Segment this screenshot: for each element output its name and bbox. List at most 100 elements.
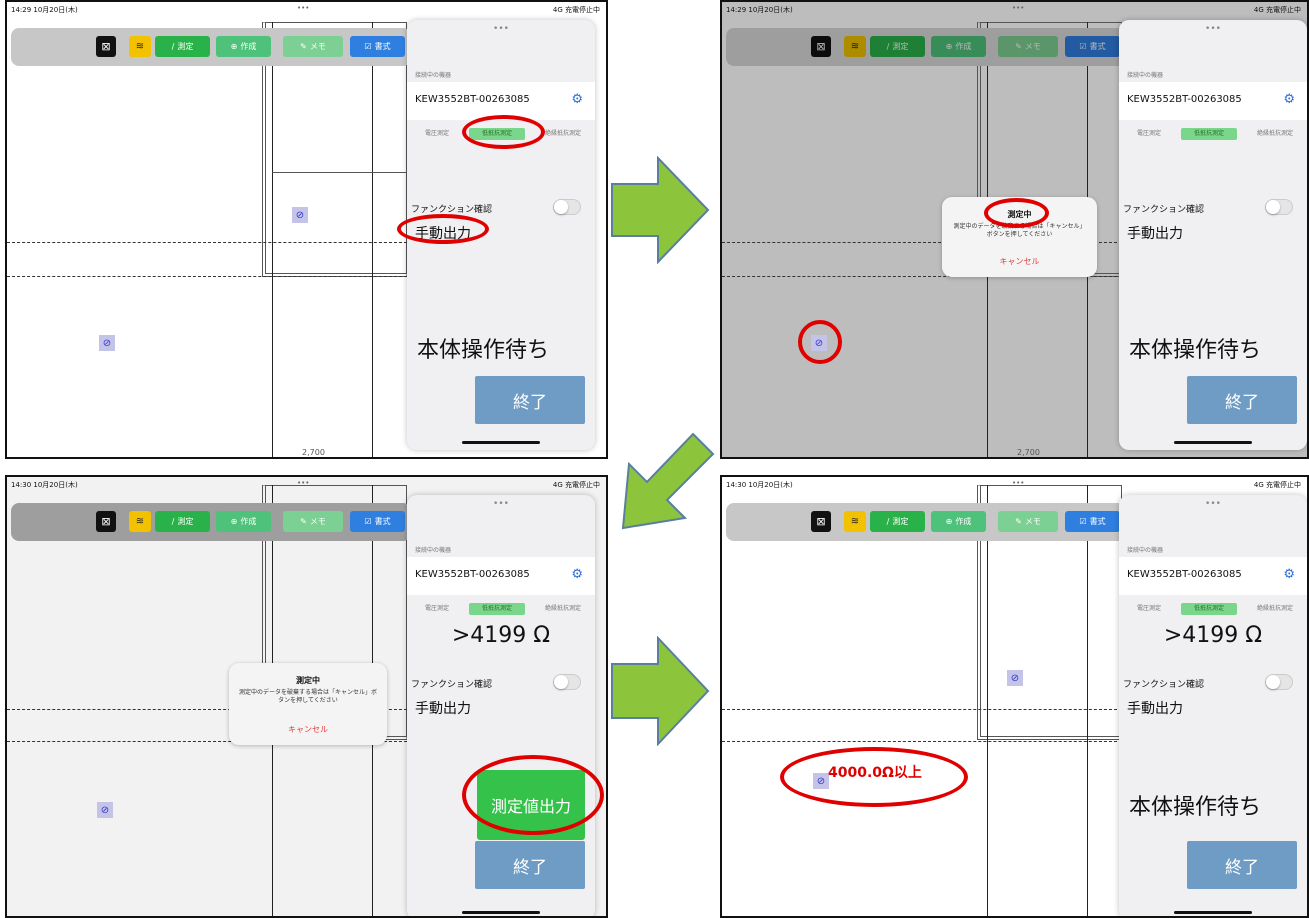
step-2-screenshot: 2,700 ⊘ 14:29 10月20日(木) ••• 4G 充電停止中 ⊠ ≋… bbox=[720, 0, 1309, 459]
cancel-button[interactable]: キャンセル bbox=[229, 724, 387, 735]
tab-low-resistance[interactable]: 低抵抗測定 bbox=[469, 603, 525, 615]
function-check-label: ファンクション確認 bbox=[1123, 205, 1205, 215]
wifi-button[interactable]: ≋ bbox=[129, 511, 151, 532]
create-button[interactable]: ⊕ 作成 bbox=[216, 36, 271, 57]
grid-line bbox=[722, 709, 1122, 710]
memo-label: メモ bbox=[309, 42, 326, 51]
manual-output-label[interactable]: 手動出力 bbox=[415, 698, 471, 718]
measure-button[interactable]: ∕ 測定 bbox=[870, 36, 925, 57]
create-button[interactable]: ⊕ 作成 bbox=[931, 511, 986, 532]
tab-voltage[interactable]: 電圧測定 bbox=[1129, 128, 1169, 140]
format-button[interactable]: ☑ 書式 bbox=[1065, 511, 1120, 532]
more-icon: ••• bbox=[297, 479, 310, 487]
create-icon: ⊕ bbox=[230, 517, 238, 526]
sheet-handle[interactable]: ••• bbox=[1119, 24, 1307, 34]
tab-low-resistance[interactable]: 低抵抗測定 bbox=[1181, 603, 1237, 615]
measure-point-marker[interactable]: ⊘ bbox=[1007, 670, 1023, 686]
wifi-button[interactable]: ≋ bbox=[844, 36, 866, 57]
device-row[interactable]: KEW3552BT-00263085 ⚙ bbox=[1119, 82, 1307, 120]
end-button[interactable]: 終了 bbox=[1187, 841, 1297, 889]
tab-voltage[interactable]: 電圧測定 bbox=[417, 603, 457, 615]
function-check-toggle[interactable] bbox=[1265, 199, 1293, 215]
measure-sheet: ••• 接続中の機器 KEW3552BT-00263085 ⚙ 電圧測定 低抵抗… bbox=[1119, 20, 1307, 450]
sheet-handle[interactable]: ••• bbox=[1119, 499, 1307, 509]
close-button[interactable]: ⊠ bbox=[96, 511, 116, 532]
memo-button[interactable]: ✎ メモ bbox=[283, 511, 343, 532]
tab-insulation[interactable]: 絶縁抵抗測定 bbox=[1247, 128, 1303, 140]
settings-icon[interactable]: ⚙ bbox=[1283, 92, 1295, 107]
memo-button[interactable]: ✎ メモ bbox=[998, 36, 1058, 57]
highlight-circle bbox=[798, 320, 842, 364]
home-indicator bbox=[462, 911, 540, 914]
doc-icon: ☑ bbox=[364, 42, 372, 51]
room-wall bbox=[272, 172, 407, 173]
memo-button[interactable]: ✎ メモ bbox=[283, 36, 343, 57]
measure-label: 測定 bbox=[177, 42, 194, 51]
grid-line bbox=[272, 22, 273, 457]
tab-low-resistance[interactable]: 低抵抗測定 bbox=[1181, 128, 1237, 140]
measure-label: 測定 bbox=[177, 517, 194, 526]
wifi-button[interactable]: ≋ bbox=[844, 511, 866, 532]
waiting-status: 本体操作待ち bbox=[1129, 795, 1262, 820]
pen-icon: ∕ bbox=[886, 517, 890, 526]
sheet-handle[interactable]: ••• bbox=[407, 24, 595, 34]
function-check-toggle[interactable] bbox=[553, 674, 581, 690]
waiting-status: 本体操作待ち bbox=[1129, 338, 1262, 363]
status-right: 4G 充電停止中 bbox=[1253, 481, 1301, 489]
settings-icon[interactable]: ⚙ bbox=[571, 567, 583, 582]
device-row[interactable]: KEW3552BT-00263085 ⚙ bbox=[1119, 557, 1307, 595]
tab-insulation[interactable]: 絶縁抵抗測定 bbox=[1247, 603, 1303, 615]
doc-icon: ☑ bbox=[1079, 517, 1087, 526]
tab-voltage[interactable]: 電圧測定 bbox=[1129, 603, 1169, 615]
tab-insulation[interactable]: 絶縁抵抗測定 bbox=[535, 603, 591, 615]
close-button[interactable]: ⊠ bbox=[96, 36, 116, 57]
highlight-circle bbox=[984, 198, 1049, 228]
settings-icon[interactable]: ⚙ bbox=[1283, 567, 1295, 582]
measure-point-marker[interactable]: ⊘ bbox=[97, 802, 113, 818]
measure-button[interactable]: ∕ 測定 bbox=[155, 36, 210, 57]
edit-icon: ✎ bbox=[1015, 517, 1022, 526]
function-check-toggle[interactable] bbox=[1265, 674, 1293, 690]
cancel-button[interactable]: キャンセル bbox=[942, 256, 1097, 267]
measure-button[interactable]: ∕ 測定 bbox=[155, 511, 210, 532]
function-check-row: ファンクション確認 bbox=[1123, 199, 1307, 215]
device-name: KEW3552BT-00263085 bbox=[415, 569, 530, 580]
create-button[interactable]: ⊕ 作成 bbox=[931, 36, 986, 57]
format-button[interactable]: ☑ 書式 bbox=[350, 511, 405, 532]
down-left-arrow-icon bbox=[621, 432, 715, 530]
tab-voltage[interactable]: 電圧測定 bbox=[417, 128, 457, 140]
end-button[interactable]: 終了 bbox=[1187, 376, 1297, 424]
function-check-toggle[interactable] bbox=[553, 199, 581, 215]
create-icon: ⊕ bbox=[945, 42, 953, 51]
mode-tabs: 電圧測定 低抵抗測定 絶縁抵抗測定 bbox=[1119, 599, 1307, 619]
sheet-handle[interactable]: ••• bbox=[407, 499, 595, 509]
edit-icon: ✎ bbox=[300, 517, 307, 526]
memo-button[interactable]: ✎ メモ bbox=[998, 511, 1058, 532]
toolbar: ⊠ ≋ ∕ 測定 ⊕ 作成 ✎ メモ ☑ 書式 bbox=[726, 28, 1126, 66]
create-button[interactable]: ⊕ 作成 bbox=[216, 511, 271, 532]
connected-device-caption: 接続中の機器 bbox=[415, 72, 452, 79]
format-label: 書式 bbox=[374, 517, 391, 526]
end-button[interactable]: 終了 bbox=[475, 841, 585, 889]
grid-line bbox=[722, 741, 1122, 742]
create-label: 作成 bbox=[240, 42, 257, 51]
end-button[interactable]: 終了 bbox=[475, 376, 585, 424]
function-check-label: ファンクション確認 bbox=[1123, 680, 1205, 690]
measure-point-marker[interactable]: ⊘ bbox=[99, 335, 115, 351]
close-button[interactable]: ⊠ bbox=[811, 36, 831, 57]
measure-button[interactable]: ∕ 測定 bbox=[870, 511, 925, 532]
format-button[interactable]: ☑ 書式 bbox=[350, 36, 405, 57]
toolbar: ⊠ ≋ ∕ 測定 ⊕ 作成 ✎ メモ ☑ 書式 bbox=[726, 503, 1126, 541]
pen-icon: ∕ bbox=[886, 42, 890, 51]
mode-tabs: 電圧測定 低抵抗測定 絶縁抵抗測定 bbox=[1119, 124, 1307, 144]
format-button[interactable]: ☑ 書式 bbox=[1065, 36, 1120, 57]
measure-point-marker[interactable]: ⊘ bbox=[292, 207, 308, 223]
close-button[interactable]: ⊠ bbox=[811, 511, 831, 532]
connected-device-caption: 接続中の機器 bbox=[1127, 72, 1164, 79]
measuring-dialog: 測定中 測定中のデータを破棄する場合は「キャンセル」ボタンを押してください キャ… bbox=[229, 663, 387, 745]
device-row[interactable]: KEW3552BT-00263085 ⚙ bbox=[407, 557, 595, 595]
manual-output-label[interactable]: 手動出力 bbox=[1127, 223, 1183, 243]
manual-output-label[interactable]: 手動出力 bbox=[1127, 698, 1183, 718]
settings-icon[interactable]: ⚙ bbox=[571, 92, 583, 107]
wifi-button[interactable]: ≋ bbox=[129, 36, 151, 57]
